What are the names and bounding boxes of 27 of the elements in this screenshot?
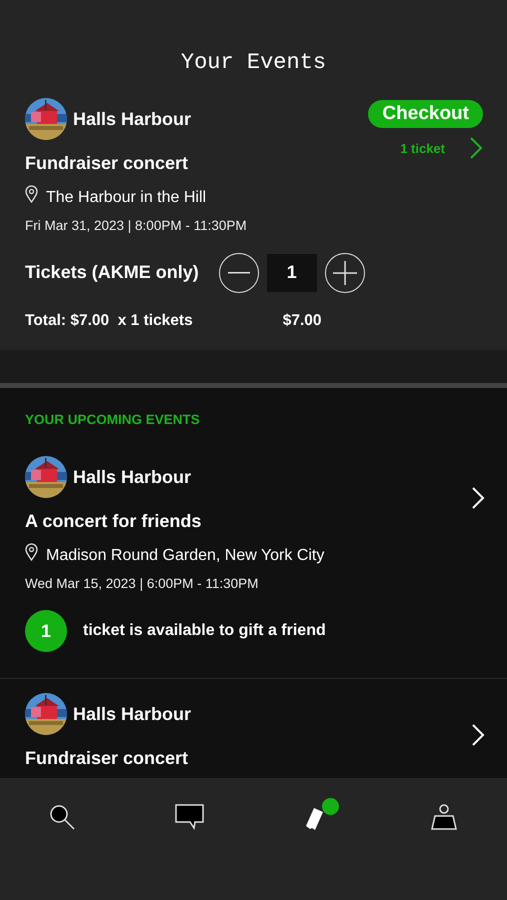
total-text: Total: $7.00 x 1 tickets	[25, 310, 193, 331]
tickets-label: Tickets (AKME only)	[25, 261, 199, 284]
event-datetime: Fri Mar 31, 2023 | 8:00PM - 11:30PM	[25, 217, 248, 236]
organizer-name: Halls Harbour	[73, 702, 192, 726]
checkout-button[interactable]: Checkout	[368, 100, 483, 128]
event-title: A concert for friends	[25, 510, 202, 534]
location-pin-icon	[25, 543, 38, 562]
plus-icon	[332, 260, 357, 285]
gift-text: ticket is available to gift a friend	[83, 621, 326, 642]
increment-button[interactable]	[324, 252, 365, 293]
ticket-count[interactable]: 1 ticket	[400, 138, 445, 158]
section-heading: YOUR UPCOMING EVENTS	[24, 410, 201, 429]
venue-text: Madison Round Garden, New York City	[46, 547, 324, 564]
event-datetime: Wed Mar 15, 2023 | 6:00PM - 11:30PM	[25, 575, 260, 594]
quantity-field[interactable]: 1	[266, 254, 317, 292]
location-pin-icon	[25, 185, 38, 204]
event-title: Fundraiser concert	[25, 747, 190, 770]
gift-count: 1	[25, 610, 67, 652]
venue-text: The Harbour in the Hill	[46, 189, 206, 206]
event-title: Fundraiser concert	[25, 152, 190, 176]
chat-bubble-icon	[174, 802, 206, 832]
total-amount: $7.00	[282, 310, 322, 331]
page-title: Your Events	[180, 49, 328, 77]
organizer-name: Halls Harbour	[73, 108, 192, 131]
organizer-name: Halls Harbour	[73, 466, 192, 489]
minus-icon	[228, 272, 250, 274]
decrement-button[interactable]	[218, 252, 259, 293]
